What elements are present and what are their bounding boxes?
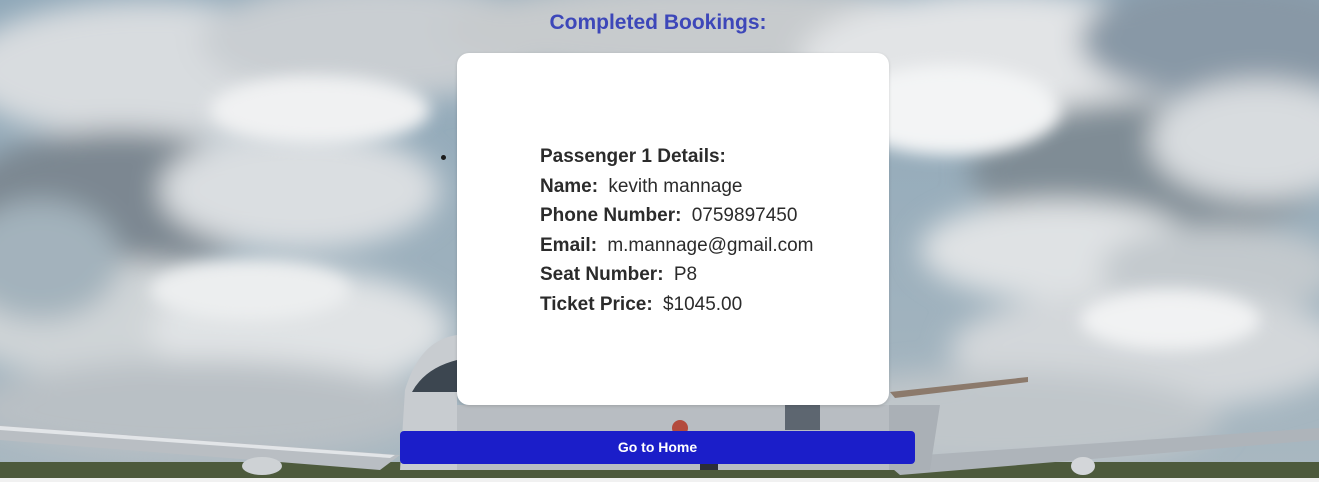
phone-row: Phone Number: 0759897450 bbox=[540, 201, 814, 231]
page-title: Completed Bookings: bbox=[549, 11, 767, 34]
passenger-title: Passenger 1 Details: bbox=[540, 146, 726, 167]
bottom-strip bbox=[0, 478, 1319, 482]
phone-label: Phone Number: bbox=[540, 205, 682, 226]
seat-row: Seat Number: P8 bbox=[540, 260, 814, 290]
seat-label: Seat Number: bbox=[540, 264, 664, 285]
name-row: Name: kevith mannage bbox=[540, 172, 814, 202]
booking-card: Passenger 1 Details: Name: kevith mannag… bbox=[457, 53, 889, 405]
list-bullet bbox=[441, 155, 446, 160]
bookings-page: Completed Bookings: Passenger 1 Details:… bbox=[0, 0, 1319, 482]
seat-value: P8 bbox=[673, 264, 698, 285]
name-label: Name: bbox=[540, 175, 599, 197]
email-value: m.mannage@gmail.com bbox=[607, 234, 814, 256]
price-row: Ticket Price: $1045.00 bbox=[540, 290, 814, 320]
price-value: $1045.00 bbox=[662, 293, 743, 315]
price-label: Ticket Price: bbox=[540, 293, 653, 315]
email-label: Email: bbox=[540, 234, 598, 256]
name-value: kevith mannage bbox=[608, 175, 743, 197]
email-row: Email: m.mannage@gmail.com bbox=[540, 231, 814, 261]
passenger-details: Passenger 1 Details: Name: kevith mannag… bbox=[540, 142, 814, 319]
go-to-home-button[interactable]: Go to Home bbox=[400, 431, 915, 464]
phone-value: 0759897450 bbox=[691, 205, 798, 226]
